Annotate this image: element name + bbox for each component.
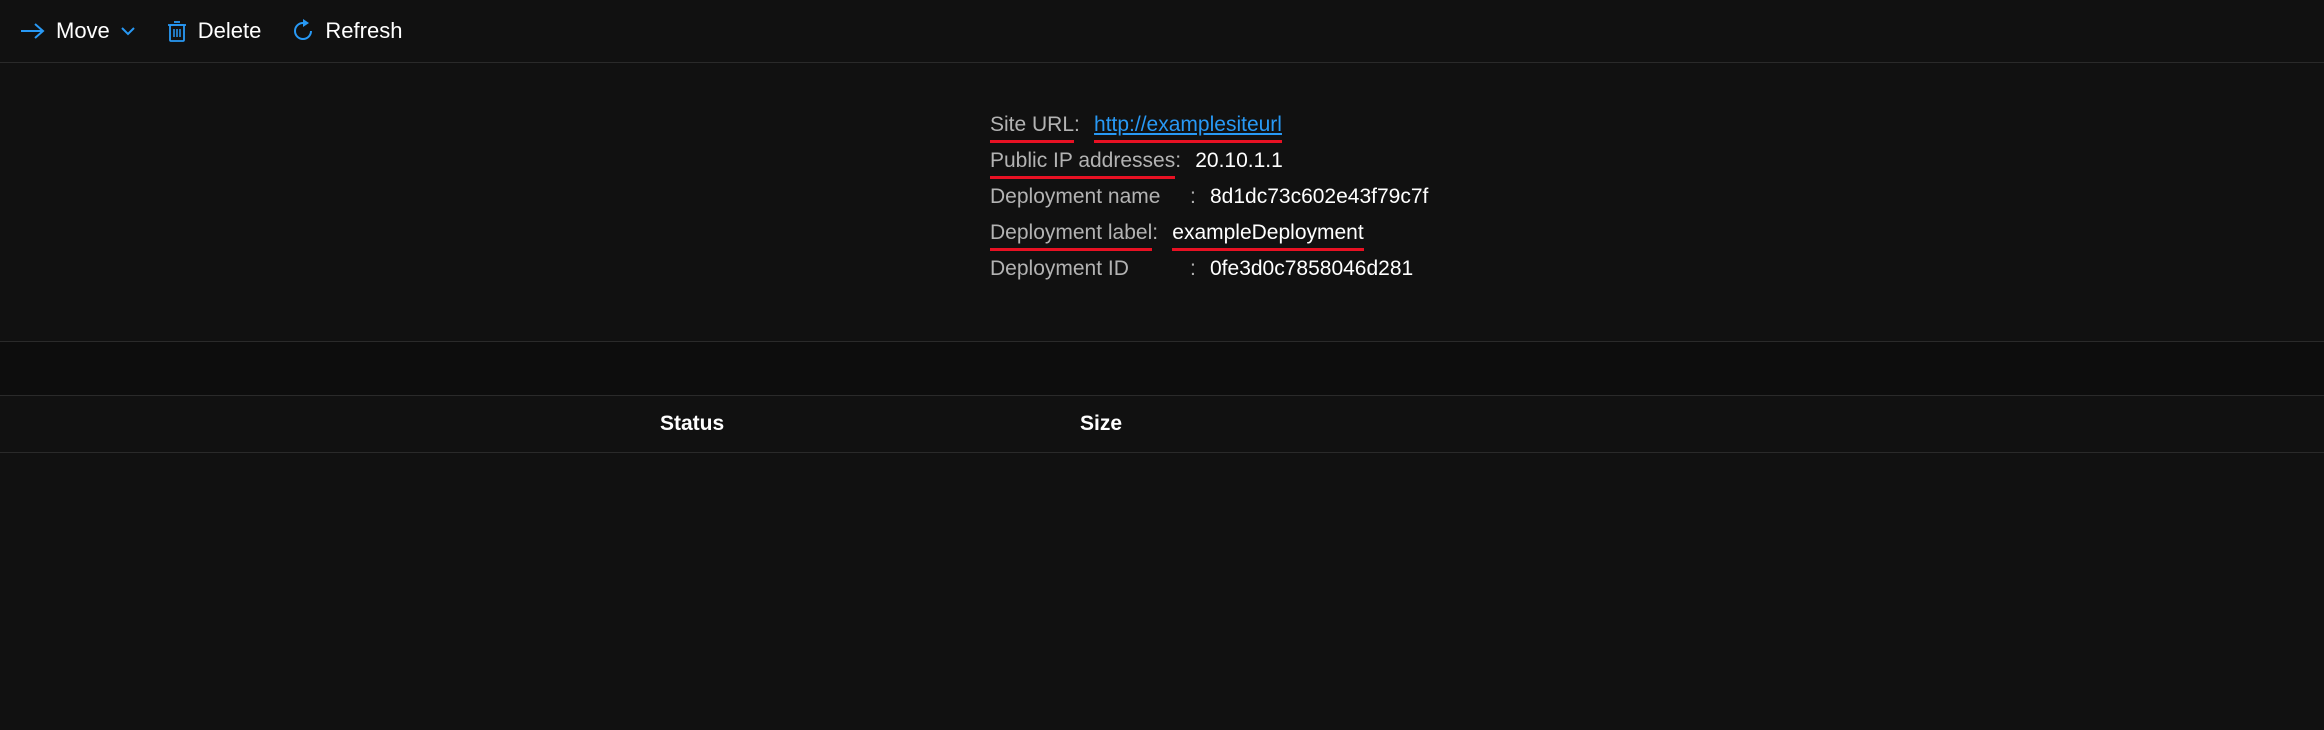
column-header-status[interactable]: Status [660, 412, 1010, 436]
property-row-public-ip: Public IP addresses : 20.10.1.1 [990, 149, 2324, 173]
colon: : [1190, 185, 1202, 209]
property-row-site-url: Site URL : http://examplesiteurl [990, 113, 2324, 137]
site-url-label: Site URL [990, 113, 1074, 136]
refresh-label: Refresh [325, 18, 402, 44]
colon: : [1190, 257, 1202, 281]
deployment-id-value: 0fe3d0c7858046d281 [1210, 257, 1413, 281]
colon: : [1175, 149, 1187, 173]
chevron-down-icon [120, 26, 136, 36]
content-area: Site URL : http://examplesiteurl Public … [0, 63, 2324, 453]
properties-panel: Site URL : http://examplesiteurl Public … [990, 113, 2324, 281]
site-url-link[interactable]: http://examplesiteurl [1094, 113, 1282, 136]
colon: : [1152, 221, 1164, 245]
delete-label: Delete [198, 18, 262, 44]
move-button[interactable]: Move [20, 18, 136, 44]
arrow-right-icon [20, 21, 46, 41]
refresh-button[interactable]: Refresh [291, 18, 402, 44]
toolbar: Move Delete Refresh [0, 0, 2324, 63]
refresh-icon [291, 19, 315, 43]
property-row-deployment-name: Deployment name : 8d1dc73c602e43f79c7f [990, 185, 2324, 209]
property-row-deployment-label: Deployment label : exampleDeployment [990, 221, 2324, 245]
delete-button[interactable]: Delete [166, 18, 262, 44]
colon: : [1074, 113, 1086, 137]
table-spacer [0, 341, 2324, 395]
table-section: Status Size [0, 341, 2324, 453]
deployment-name-label: Deployment name [990, 185, 1190, 209]
table-header-row: Status Size [0, 395, 2324, 453]
deployment-label-value: exampleDeployment [1172, 221, 1363, 244]
move-label: Move [56, 18, 110, 44]
trash-icon [166, 19, 188, 43]
property-row-deployment-id: Deployment ID : 0fe3d0c7858046d281 [990, 257, 2324, 281]
deployment-id-label: Deployment ID [990, 257, 1190, 281]
deployment-name-value: 8d1dc73c602e43f79c7f [1210, 185, 1428, 209]
deployment-label-label: Deployment label [990, 221, 1152, 244]
column-header-size[interactable]: Size [1080, 412, 1122, 436]
public-ip-value: 20.10.1.1 [1195, 149, 1283, 173]
public-ip-label: Public IP addresses [990, 149, 1175, 172]
